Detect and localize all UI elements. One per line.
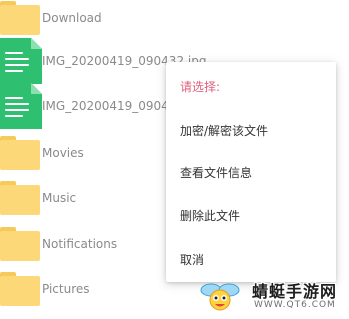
document-icon: [0, 83, 42, 129]
dragonfly-logo-icon: [200, 283, 240, 311]
folder-icon: [0, 1, 40, 35]
encrypt-decrypt-menu-item[interactable]: 加密/解密该文件: [180, 122, 268, 139]
folder-icon: [0, 136, 40, 170]
file-name: Pictures: [42, 281, 90, 296]
folder-icon: [0, 181, 40, 215]
watermark-url: WWW.QT6.COM: [254, 300, 336, 310]
context-menu: 请选择: 加密/解密该文件 查看文件信息 删除此文件 取消: [166, 62, 336, 282]
file-row-download[interactable]: Download: [0, 0, 349, 40]
context-menu-title: 请选择:: [180, 80, 221, 94]
file-name: Music: [42, 190, 77, 205]
file-name: Download: [42, 10, 102, 25]
delete-file-menu-item[interactable]: 删除此文件: [180, 207, 240, 224]
file-name: Movies: [42, 145, 84, 160]
watermark: 蜻蜓手游网 WWW.QT6.COM: [200, 276, 345, 316]
folder-icon: [0, 272, 40, 306]
view-file-info-menu-item[interactable]: 查看文件信息: [180, 164, 252, 181]
cancel-menu-item[interactable]: 取消: [180, 251, 204, 268]
document-icon: [0, 38, 42, 84]
watermark-title: 蜻蜓手游网: [252, 282, 338, 301]
file-name: IMG_20200419_09043: [42, 98, 177, 113]
folder-icon: [0, 227, 40, 261]
file-name: Notifications: [42, 236, 118, 251]
